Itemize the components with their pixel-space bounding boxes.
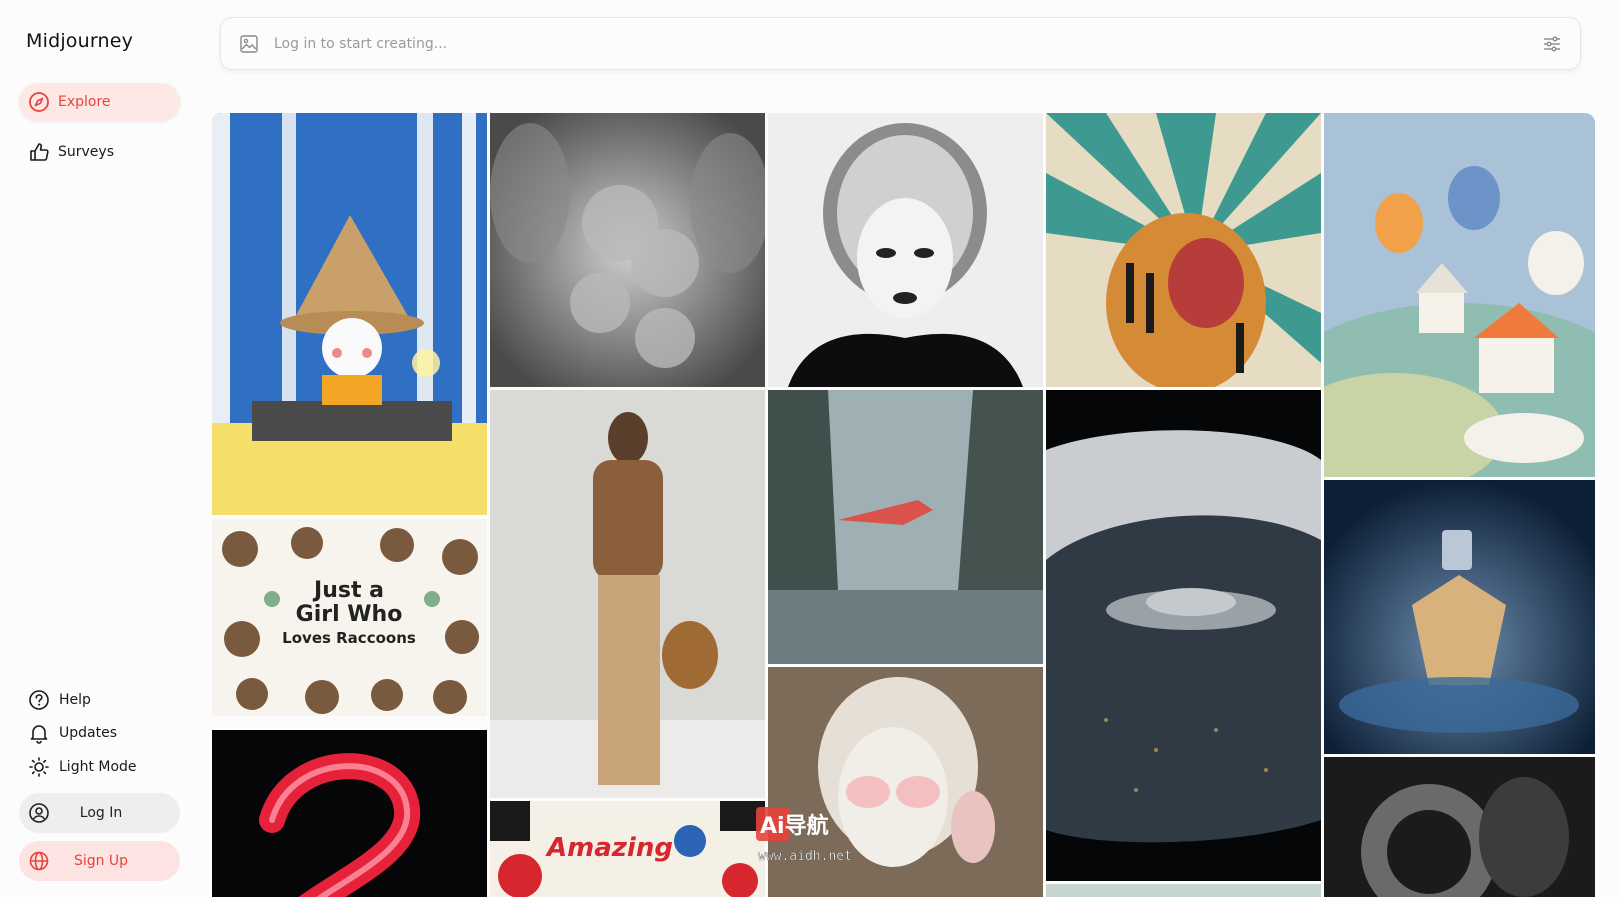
gallery-image-bw-portrait[interactable]	[768, 113, 1043, 387]
nav-surveys[interactable]: Surveys	[19, 133, 180, 171]
gallery-image-marble-angels[interactable]	[490, 113, 765, 387]
user-circle-icon	[28, 802, 50, 824]
settings-sliders-icon[interactable]	[1541, 33, 1563, 55]
compass-icon	[28, 91, 50, 113]
gallery-image-neon-number[interactable]	[212, 730, 487, 897]
thumbs-up-icon	[28, 141, 50, 163]
gallery-image-ram-horns[interactable]	[1324, 757, 1595, 897]
gallery-image-fashion-model[interactable]	[490, 390, 765, 798]
signup-button[interactable]: Sign Up	[19, 841, 180, 881]
watermark-logo-text: Ai导航	[760, 813, 829, 839]
raccoon-text-line-2: Girl Who	[296, 602, 403, 627]
globe-icon	[28, 850, 50, 872]
prompt-input[interactable]	[272, 34, 1541, 53]
raccoon-text-line-1: Just a	[312, 578, 384, 603]
nav-updates[interactable]: Updates	[28, 721, 117, 745]
gallery-image-raccoons[interactable]: Just a Girl Who Loves Raccoons	[212, 519, 487, 716]
nav-explore[interactable]: Explore	[19, 83, 180, 121]
login-button[interactable]: Log In	[19, 793, 180, 833]
brand-logo[interactable]: Midjourney	[26, 30, 133, 52]
help-icon	[28, 689, 50, 711]
bell-icon	[28, 722, 50, 744]
nav-surveys-label: Surveys	[58, 144, 114, 160]
gallery-image-felt-houses[interactable]	[1324, 113, 1595, 477]
sun-icon	[28, 756, 50, 778]
signup-label: Sign Up	[73, 853, 129, 869]
gallery-image-landscape[interactable]	[1046, 884, 1321, 897]
gallery-image-roaring-tiger[interactable]	[1046, 113, 1321, 387]
raccoon-text-line-3: Loves Raccoons	[282, 629, 416, 647]
prompt-bar[interactable]	[220, 17, 1581, 70]
sidebar: Midjourney Explore Surveys Help Updates …	[0, 0, 195, 897]
explore-gallery: Just a Girl Who Loves Raccoons Amazing	[212, 113, 1595, 897]
watermark-url-text: www.aidh.net	[758, 849, 852, 864]
login-label: Log In	[79, 805, 123, 821]
nav-light-mode-label: Light Mode	[59, 759, 137, 775]
nav-updates-label: Updates	[59, 725, 117, 741]
gallery-image-comic-pattern[interactable]: Amazing	[490, 801, 765, 897]
nav-explore-label: Explore	[58, 94, 111, 110]
comic-text: Amazing	[545, 833, 673, 863]
gallery-image-perfume-splash[interactable]	[1324, 480, 1595, 754]
image-icon[interactable]	[238, 33, 260, 55]
nav-light-mode[interactable]: Light Mode	[28, 755, 137, 779]
nav-help-label: Help	[59, 692, 91, 708]
nav-help[interactable]: Help	[28, 688, 91, 712]
watermark: Ai导航 www.aidh.net	[754, 805, 874, 867]
gallery-image-ufo-window[interactable]	[1046, 390, 1321, 881]
gallery-image-crane-canyon[interactable]	[768, 390, 1043, 664]
gallery-image-girl-witch-hat[interactable]	[212, 113, 487, 515]
